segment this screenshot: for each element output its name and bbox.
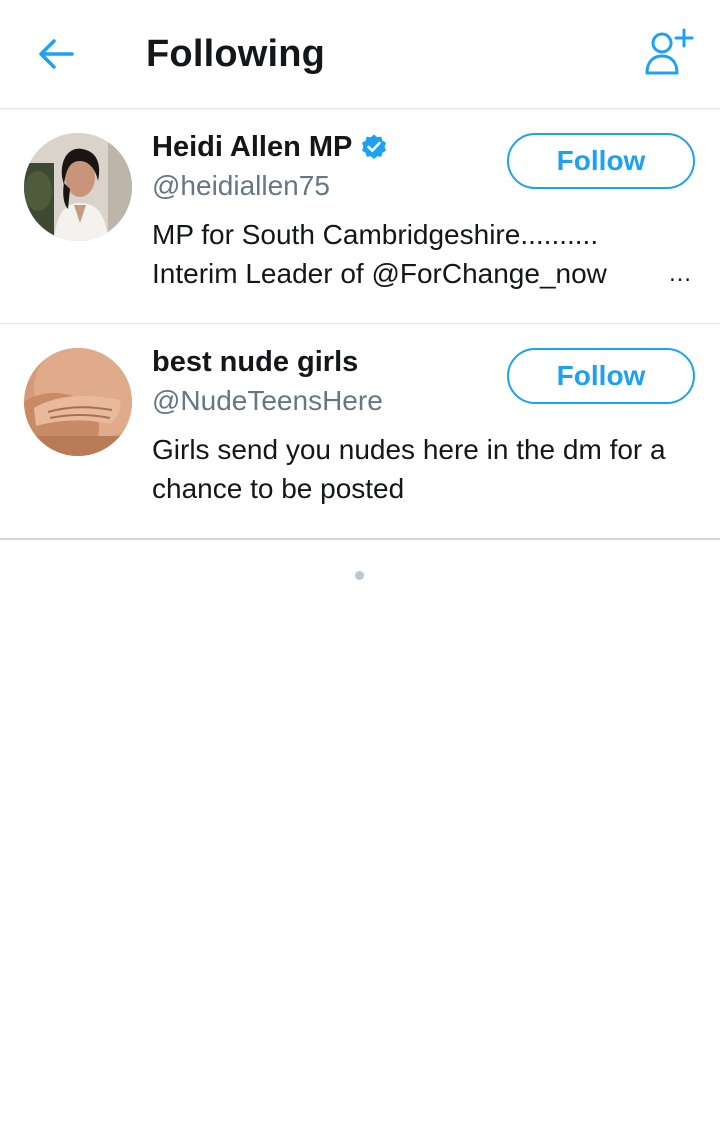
avatar-photo (24, 348, 132, 456)
add-user-icon (645, 28, 694, 75)
truncation-ellipsis: … (668, 260, 692, 287)
follow-button[interactable]: Follow (507, 348, 695, 404)
user-bio: Girls send you nudes here in the dm for … (152, 430, 700, 508)
following-screen: Following Heidi Allen MP @heidiallen75 M… (0, 0, 720, 1128)
avatar[interactable] (24, 133, 132, 241)
arrow-left-icon (39, 39, 74, 69)
top-bar: Following (0, 0, 720, 109)
list-item[interactable]: best nude girls @NudeTeensHere Girls sen… (0, 324, 720, 540)
bio-line: chance to be posted (152, 473, 405, 504)
loading-indicator (355, 571, 364, 580)
avatar[interactable] (24, 348, 132, 456)
bio-line: Girls send you nudes here in the dm for … (152, 434, 666, 465)
bio-line: Interim Leader of @ForChange_now (152, 258, 607, 289)
add-user-button[interactable] (642, 26, 698, 78)
list-item[interactable]: Heidi Allen MP @heidiallen75 MP for Sout… (0, 109, 720, 324)
verified-badge-icon (360, 133, 388, 161)
back-button[interactable] (28, 30, 84, 78)
bio-line: MP for South Cambridgeshire.......... (152, 219, 599, 250)
follow-button[interactable]: Follow (507, 133, 695, 189)
user-name[interactable]: Heidi Allen MP (152, 127, 352, 167)
bio-line-with-truncation: Interim Leader of @ForChange_now … (152, 254, 700, 293)
page-title: Following (146, 33, 326, 75)
user-name[interactable]: best nude girls (152, 342, 358, 382)
user-bio: MP for South Cambridgeshire.......... In… (152, 215, 700, 293)
avatar-photo (24, 133, 132, 241)
